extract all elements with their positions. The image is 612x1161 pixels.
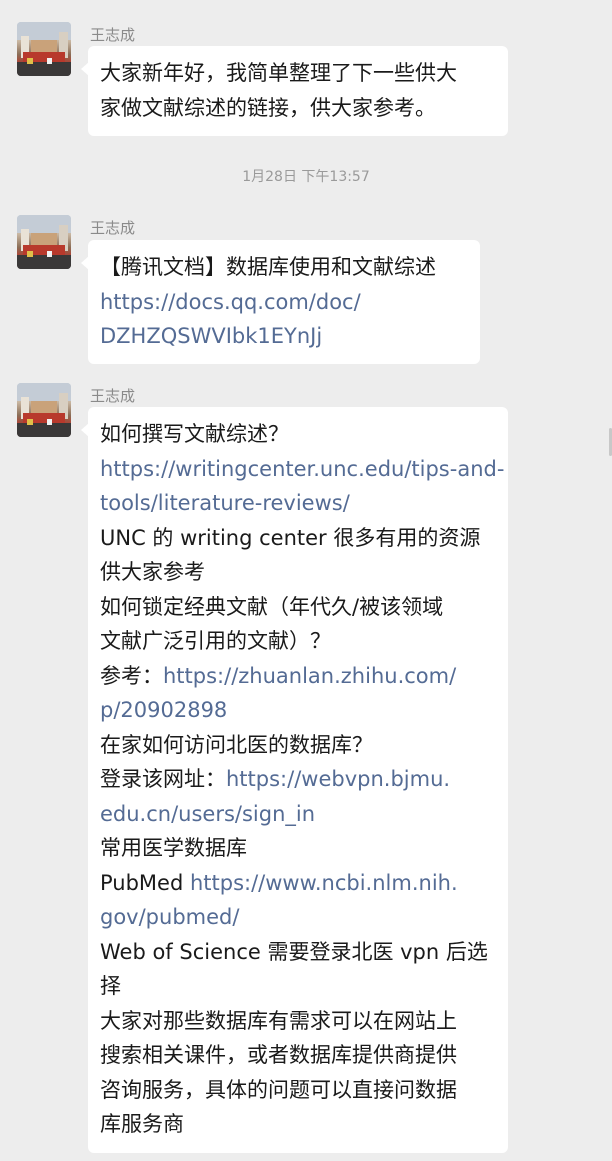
message-line: edu.cn/users/sign_in	[100, 797, 496, 832]
message-line: 登录该网址：https://webvpn.bjmu.	[100, 762, 496, 797]
message-line: gov/pubmed/	[100, 900, 496, 935]
sender-name: 王志成	[90, 219, 136, 237]
timestamp: 1月28日 下午13:57	[242, 169, 370, 185]
message-text: 供大家参考	[100, 560, 205, 584]
message-text: 库服务商	[100, 1112, 184, 1136]
message-line: https://writingcenter.unc.edu/tips-and-	[100, 452, 504, 487]
message-link[interactable]: https://writingcenter.unc.edu/tips-and-	[100, 457, 504, 481]
message-link[interactable]: https://www.ncbi.nlm.nih.	[190, 871, 458, 895]
sender-name: 王志成	[90, 26, 136, 44]
avatar-photo-icon[interactable]	[17, 215, 71, 269]
message-text: Web of Science 需要登录北医 vpn 后选	[100, 939, 488, 964]
message-line: PubMed https://www.ncbi.nlm.nih.	[100, 866, 496, 901]
message-line: 咨询服务，具体的问题可以直接问数据	[100, 1073, 496, 1108]
message-bubble[interactable]: 【腾讯文档】数据库使用和文献综述 https://docs.qq.com/doc…	[81, 240, 480, 364]
message-link[interactable]: tools/literature-reviews/	[100, 491, 350, 515]
message-line: Web of Science 需要登录北医 vpn 后选	[100, 935, 496, 970]
message-bubble[interactable]: 大家新年好，我简单整理了下一些供大 家做文献综述的链接，供大家参考。	[81, 46, 508, 136]
message-line: 如何撰写文献综述？	[100, 417, 496, 452]
message-text: 参考：	[100, 663, 163, 688]
message-line: UNC 的 writing center 很多有用的资源	[100, 521, 496, 556]
message-text: 大家对那些数据库有需求可以在网站上	[100, 1008, 457, 1033]
avatar-photo-icon[interactable]	[17, 22, 71, 76]
message-line: 家做文献综述的链接，供大家参考。	[100, 95, 436, 120]
message-text: 文献广泛引用的文献）？	[100, 629, 331, 653]
message-text: 常用医学数据库	[100, 836, 247, 860]
message-link[interactable]: https://zhuanlan.zhihu.com/	[163, 664, 456, 688]
message-text: PubMed	[100, 870, 190, 895]
message-text: 如何锁定经典文献（年代久/被该领域	[100, 594, 444, 619]
message-text: 择	[100, 974, 121, 998]
message-link[interactable]: DZHZQSWVIbk1EYnJj	[100, 319, 468, 354]
message-line: 【腾讯文档】数据库使用和文献综述	[100, 255, 436, 279]
message-line: 大家新年好，我简单整理了下一些供大	[100, 61, 457, 85]
message-bubble[interactable]: 如何撰写文献综述？ https://writingcenter.unc.edu/t…	[81, 407, 508, 1153]
message-text: UNC 的 writing center 很多有用的资源	[100, 525, 481, 550]
avatar-photo-icon[interactable]	[17, 383, 71, 437]
message-line: 文献广泛引用的文献）？	[100, 624, 496, 659]
message-text: 登录该网址：	[100, 767, 226, 791]
sender-name: 王志成	[90, 387, 136, 405]
message-link[interactable]: gov/pubmed/	[100, 905, 239, 929]
message-line: 如何锁定经典文献（年代久/被该领域	[100, 590, 496, 625]
message-text: 咨询服务，具体的问题可以直接问数据	[100, 1077, 457, 1102]
message-link[interactable]: https://docs.qq.com/doc/	[100, 285, 468, 320]
message-line: 常用医学数据库	[100, 831, 496, 866]
message-line: 库服务商	[100, 1107, 496, 1142]
message-line: tools/literature-reviews/	[100, 486, 496, 521]
message-line: p/20902898	[100, 693, 496, 728]
message-text: 在家如何访问北医的数据库？	[100, 732, 373, 757]
message-line: 择	[100, 969, 496, 1004]
message-line: 在家如何访问北医的数据库？	[100, 728, 496, 763]
message-text: 搜索相关课件，或者数据库提供商提供	[100, 1043, 457, 1067]
message-link[interactable]: p/20902898	[100, 698, 227, 722]
message-line: 参考：https://zhuanlan.zhihu.com/	[100, 659, 496, 694]
message-link[interactable]: edu.cn/users/sign_in	[100, 802, 315, 826]
message-line: 大家对那些数据库有需求可以在网站上	[100, 1004, 496, 1039]
message-link[interactable]: https://webvpn.bjmu.	[226, 767, 450, 791]
message-line: 供大家参考	[100, 555, 496, 590]
message-line: 搜索相关课件，或者数据库提供商提供	[100, 1038, 496, 1073]
message-text: 如何撰写文献综述？	[100, 422, 289, 446]
